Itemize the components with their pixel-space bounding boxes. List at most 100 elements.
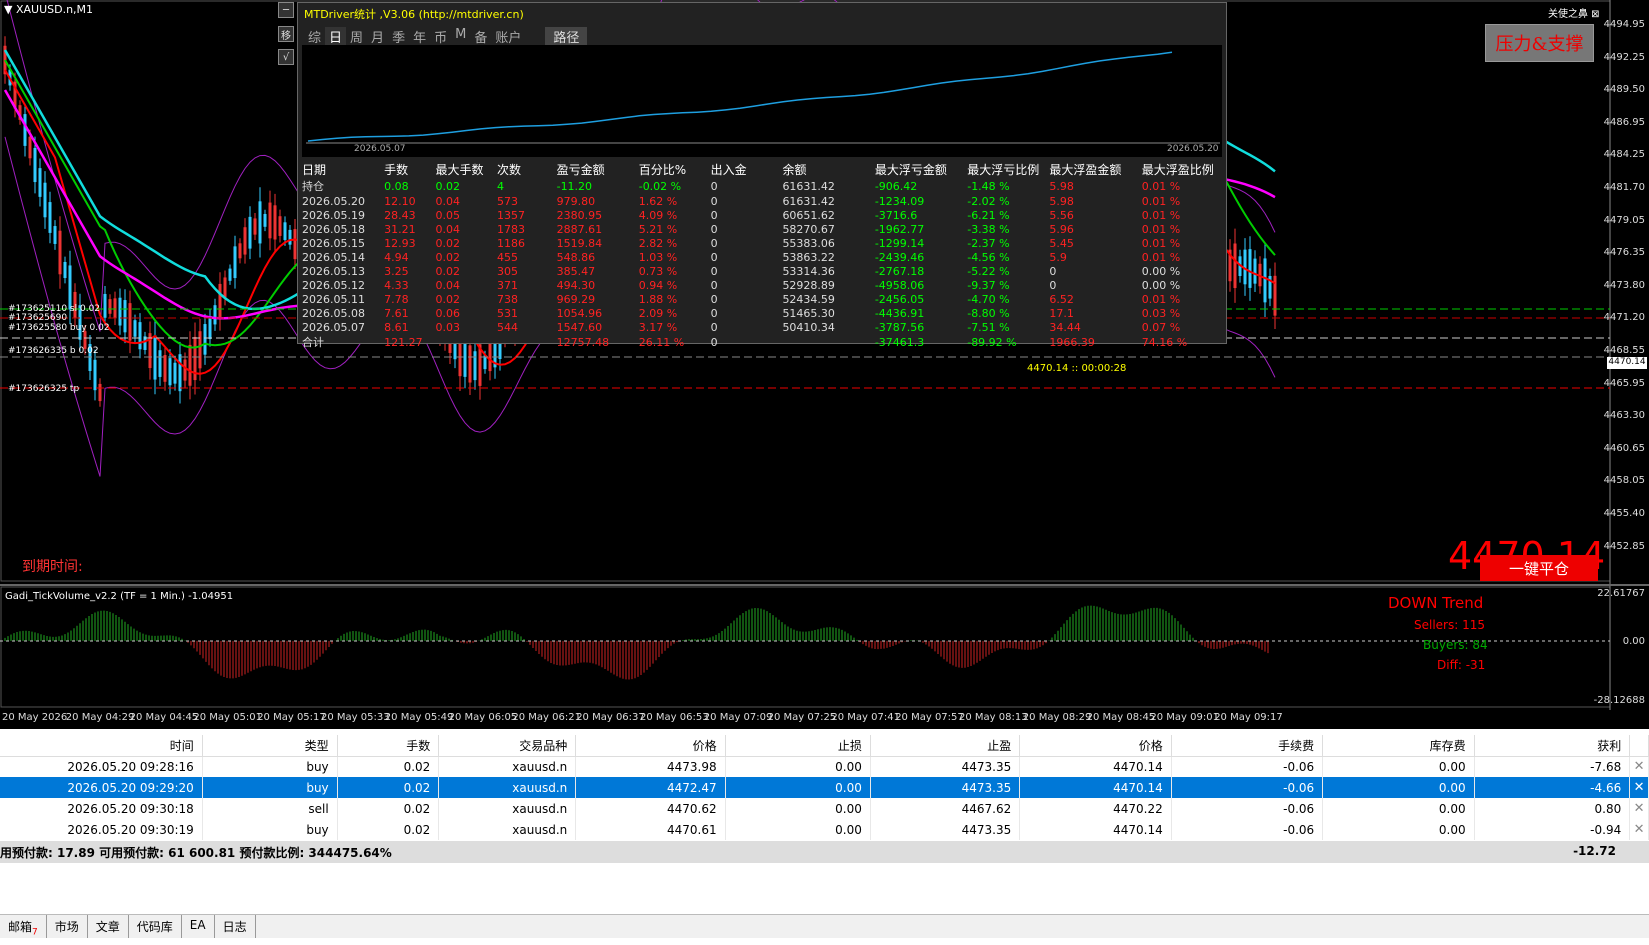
candle-body bbox=[473, 351, 477, 381]
time-axis-label: 20 May 07:57 bbox=[895, 712, 964, 723]
price-axis-label: 4463.30 bbox=[1603, 410, 1645, 422]
stats-cell: -3716.6 bbox=[874, 208, 918, 222]
close-position-icon[interactable]: ✕ bbox=[1629, 756, 1649, 777]
stats-tab[interactable]: 币 bbox=[430, 27, 451, 46]
ticket-label[interactable]: #173625690 bbox=[8, 313, 67, 323]
ticket-label[interactable]: #173626335 b 0.02 bbox=[8, 346, 99, 356]
equity-graph: 2026.05.07 2026.05.20 bbox=[302, 45, 1222, 157]
stats-cell: 12757.48 bbox=[556, 335, 610, 349]
terminal-tab[interactable]: EA bbox=[182, 915, 215, 938]
top-right-link[interactable]: 关使之鼻 ⊠ bbox=[1548, 5, 1600, 20]
stats-cell: 53863.22 bbox=[782, 250, 835, 264]
stats-tab[interactable]: 日 bbox=[325, 27, 347, 46]
stats-cell: 0 bbox=[710, 306, 718, 320]
stats-header: 日期 bbox=[302, 163, 327, 177]
stats-tab[interactable]: 周 bbox=[346, 27, 367, 46]
close-position-icon[interactable]: ✕ bbox=[1629, 819, 1649, 840]
stats-cell: -1962.77 bbox=[874, 222, 925, 236]
stats-cell: 7.78 bbox=[384, 292, 409, 306]
minimize-button[interactable]: ─ bbox=[278, 2, 294, 18]
stats-header: 最大浮亏金额 bbox=[874, 163, 947, 177]
stats-cell: 1.03 % bbox=[638, 250, 678, 264]
position-row[interactable]: 2026.05.20 09:30:19 buy 0.02 xauusd.n 4470.6… bbox=[0, 819, 1649, 840]
terminal-tab[interactable]: 市场 bbox=[47, 915, 88, 938]
position-cell: xauusd.n bbox=[438, 756, 577, 777]
stats-cell: 0.08 bbox=[384, 179, 409, 193]
path-tab[interactable]: 路径 bbox=[545, 27, 588, 46]
move-button[interactable]: 移 bbox=[278, 26, 294, 42]
positions-header[interactable]: 止损 bbox=[725, 735, 871, 757]
stats-cell: 7.61 bbox=[384, 306, 409, 320]
position-row[interactable]: 2026.05.20 09:30:18 sell 0.02 xauusd.n 4470.… bbox=[0, 798, 1649, 819]
stats-row: 2026.05.07 8.61 0.03 544 1547.60 3.17 % 0 50410… bbox=[302, 320, 1224, 334]
price-axis-label: 4486.95 bbox=[1603, 116, 1645, 128]
candle-body bbox=[133, 320, 137, 337]
stats-cell: 50410.34 bbox=[782, 320, 835, 334]
terminal-tab[interactable]: 代码库 bbox=[129, 915, 182, 938]
dropdown-icon[interactable]: ▼ bbox=[4, 3, 16, 16]
stats-row: 2026.05.08 7.61 0.06 531 1054.96 2.09 % 0 51465… bbox=[302, 306, 1224, 320]
position-cell: 4473.35 bbox=[870, 819, 1021, 840]
stats-tab[interactable]: 季 bbox=[388, 27, 409, 46]
close-position-icon[interactable]: ✕ bbox=[1629, 777, 1649, 798]
price-axis-label: 4455.40 bbox=[1603, 508, 1645, 519]
equity-curve bbox=[306, 51, 1220, 144]
stats-cell: 494.30 bbox=[556, 278, 596, 292]
positions-header[interactable]: 类型 bbox=[202, 735, 338, 757]
ticket-label[interactable]: #173626325 tp bbox=[8, 384, 79, 394]
positions-header[interactable]: 价格 bbox=[575, 735, 726, 757]
price-axis-label: 4465.95 bbox=[1603, 377, 1645, 389]
stats-cell: 0 bbox=[710, 264, 718, 278]
stats-cell: -4.70 % bbox=[967, 292, 1010, 306]
close-position-icon[interactable]: ✕ bbox=[1629, 798, 1649, 819]
stats-cell: 0.01 % bbox=[1141, 179, 1181, 193]
position-row[interactable]: 2026.05.20 09:28:16 buy 0.02 xauusd.n 4473.9… bbox=[0, 756, 1649, 777]
stats-header: 次数 bbox=[497, 163, 522, 177]
ticket-label[interactable]: #173625580 buy 0.02 bbox=[8, 323, 110, 333]
positions-header[interactable]: 交易品种 bbox=[438, 735, 577, 757]
stats-cell: -1.48 % bbox=[967, 179, 1010, 193]
stats-row: 持仓 0.08 0.02 4 -11.20 -0.02 % 0 61631.42 -906.42… bbox=[302, 178, 1224, 194]
close-all-button[interactable]: 一键平仓 bbox=[1480, 555, 1598, 581]
stats-cell: 5.98 bbox=[1049, 194, 1074, 208]
stats-cell: 0 bbox=[710, 222, 718, 236]
terminal-tab[interactable]: 日志 bbox=[215, 915, 256, 938]
stats-tab[interactable]: 年 bbox=[409, 27, 430, 46]
stats-tab[interactable]: 月 bbox=[367, 27, 388, 46]
stats-cell: 0 bbox=[710, 236, 718, 250]
positions-header[interactable]: 时间 bbox=[0, 735, 203, 757]
positions-header[interactable]: 获利 bbox=[1474, 735, 1631, 757]
time-axis-label: 20 May 05:33 bbox=[321, 712, 390, 723]
chart-separator[interactable] bbox=[0, 584, 1649, 586]
positions-header[interactable]: 手续费 bbox=[1171, 735, 1324, 757]
stats-tab[interactable]: M bbox=[451, 27, 470, 46]
candle-body bbox=[58, 230, 62, 275]
stats-cell: 0.01 % bbox=[1141, 194, 1181, 208]
positions-header[interactable]: 价格 bbox=[1019, 735, 1172, 757]
position-cell: -0.06 bbox=[1171, 819, 1324, 840]
positions-header[interactable]: 手数 bbox=[337, 735, 440, 757]
summary-text: 用预付款: 17.89 可用预付款: 61 600.81 预付款比例: 3444… bbox=[0, 846, 392, 860]
stats-header: 百分比% bbox=[638, 163, 687, 177]
terminal-tab[interactable]: 邮箱7 bbox=[0, 915, 47, 938]
support-resistance-button[interactable]: 压力&支撑 bbox=[1485, 24, 1594, 62]
candle-body bbox=[113, 298, 117, 319]
position-cell: 4473.98 bbox=[575, 756, 726, 777]
stats-tab[interactable]: 账户 bbox=[491, 27, 525, 46]
positions-header[interactable]: 止盈 bbox=[870, 735, 1021, 757]
stats-cell: 4.33 bbox=[384, 278, 409, 292]
stats-tab[interactable]: 综 bbox=[304, 27, 325, 46]
position-cell: 0.02 bbox=[337, 798, 440, 819]
position-row[interactable]: 2026.05.20 09:29:20 buy 0.02 xauusd.n 4472.4… bbox=[0, 777, 1649, 798]
candle-body bbox=[118, 297, 122, 326]
stats-cell: 26.11 % bbox=[638, 335, 685, 349]
indicator-y-bottom: -28.12688 bbox=[1593, 695, 1645, 706]
stats-cell: 0 bbox=[710, 335, 718, 349]
stats-cell: -3787.56 bbox=[874, 320, 925, 334]
stats-tab[interactable]: 备 bbox=[470, 27, 491, 46]
positions-header[interactable]: 库存费 bbox=[1322, 735, 1475, 757]
terminal-tab[interactable]: 文章 bbox=[88, 915, 129, 938]
check-button[interactable]: √ bbox=[278, 49, 294, 65]
time-axis-label: 20 May 05:49 bbox=[384, 712, 454, 723]
stats-cell: 1547.60 bbox=[556, 320, 603, 334]
